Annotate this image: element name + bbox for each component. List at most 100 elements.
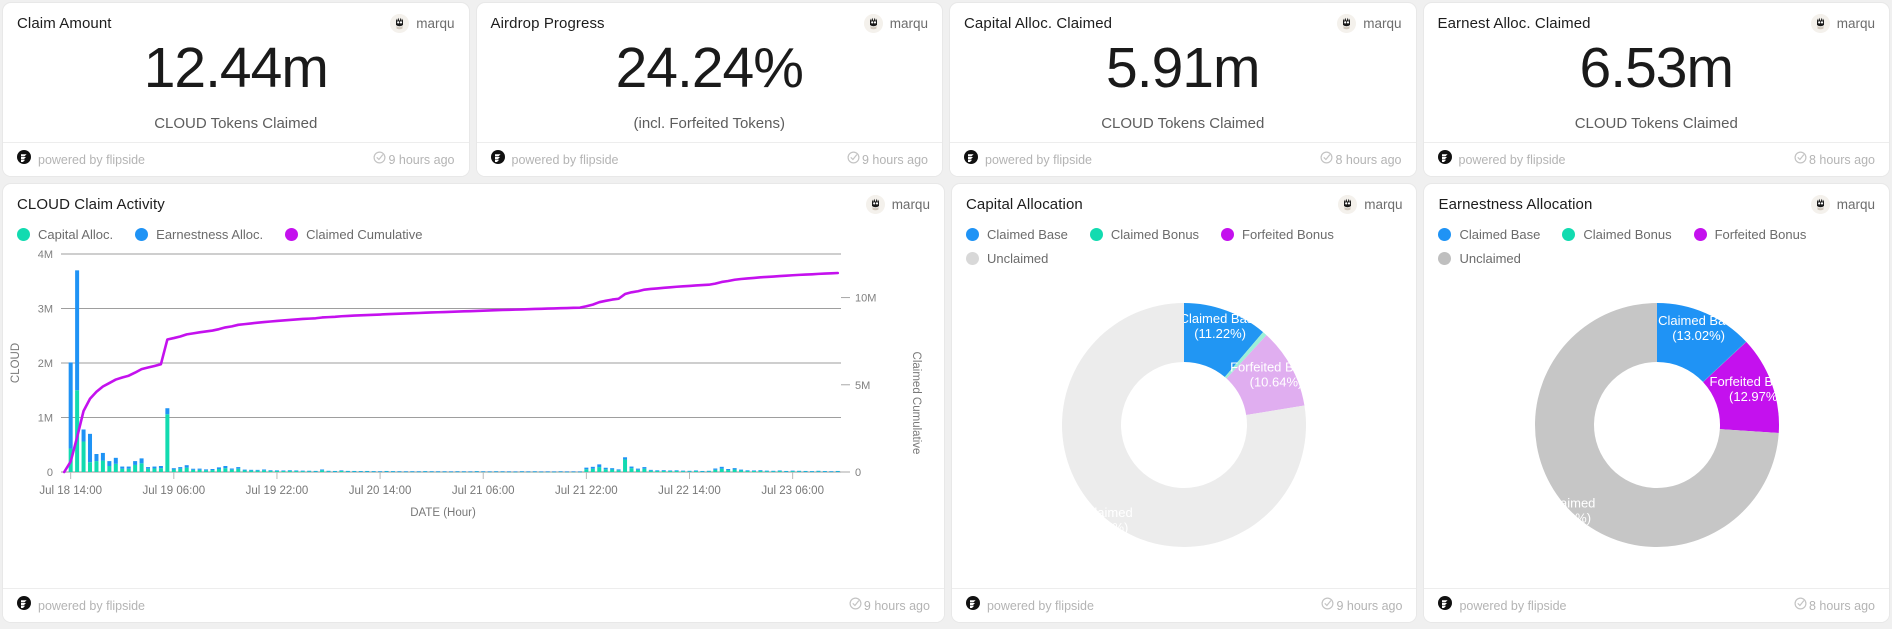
svg-text:(12.97%): (12.97%) (1729, 389, 1782, 404)
card-title: Capital Allocation (966, 196, 1083, 213)
owner-name: marqu (1837, 16, 1875, 31)
card-owner[interactable]: marqu (1811, 195, 1875, 214)
powered-by[interactable]: powered by flipside (491, 150, 619, 169)
legend-item-unclaimed[interactable]: Unclaimed (1438, 251, 1520, 266)
check-circle-icon (1320, 151, 1333, 169)
powered-by-label: powered by flipside (512, 153, 619, 167)
powered-by[interactable]: powered by flipside (17, 150, 145, 169)
avatar (1811, 14, 1830, 33)
flipside-logo-icon (1438, 150, 1452, 169)
owner-name: marqu (416, 16, 454, 31)
owner-name: marqu (1364, 197, 1402, 212)
legend-label: Unclaimed (1459, 251, 1520, 266)
legend-swatch (17, 228, 30, 241)
flipside-logo-icon (966, 596, 980, 615)
powered-by-label: powered by flipside (1459, 153, 1566, 167)
last-updated-label: 9 hours ago (388, 153, 454, 167)
svg-text:0: 0 (855, 467, 861, 479)
earnestness-donut[interactable]: Claimed Base(13.02%)Forfeited Bonus(12.9… (1424, 266, 1889, 588)
charts-row: CLOUD Claim Activity marqu Capital Alloc… (2, 183, 1890, 623)
legend-label: Forfeited Bonus (1715, 227, 1807, 242)
powered-by[interactable]: powered by flipside (17, 596, 145, 615)
kpi-row: Claim Amount marqu 12.44m CLOUD Tokens C… (2, 2, 1890, 177)
legend-item-capital-alloc[interactable]: Capital Alloc. (17, 227, 113, 242)
legend-swatch (1694, 228, 1707, 241)
svg-text:Claimed Cumulative: Claimed Cumulative (910, 352, 922, 455)
legend-item-claimed-bonus[interactable]: Claimed Bonus (1090, 227, 1199, 242)
powered-by[interactable]: powered by flipside (966, 596, 1094, 615)
card-header: Claim Amount marqu (3, 3, 469, 33)
legend-item-claimed-base[interactable]: Claimed Base (1438, 227, 1540, 242)
card-owner[interactable]: marqu (1337, 14, 1401, 33)
legend-label: Capital Alloc. (38, 227, 113, 242)
svg-text:Jul 20 14:00: Jul 20 14:00 (349, 485, 412, 497)
legend-label: Unclaimed (987, 251, 1048, 266)
card-footer: powered by flipside 9 hours ago (952, 588, 1417, 622)
svg-text:Unclaimed: Unclaimed (1071, 505, 1132, 520)
svg-text:Jul 19 06:00: Jul 19 06:00 (142, 485, 205, 497)
svg-text:Forfeited Bonus: Forfeited Bonus (1230, 359, 1322, 374)
legend-swatch (966, 252, 979, 265)
card-footer: powered by flipside 9 hours ago (477, 142, 943, 176)
last-updated-label: 8 hours ago (1335, 153, 1401, 167)
svg-text:2M: 2M (38, 358, 53, 370)
activity-plot[interactable]: 01M2M3M4M05M10MJul 18 14:00Jul 19 06:00J… (3, 242, 944, 588)
card-owner[interactable]: marqu (1811, 14, 1875, 33)
legend-item-earnestness-alloc[interactable]: Earnestness Alloc. (135, 227, 263, 242)
kpi-body: 6.53m CLOUD Tokens Claimed (1424, 33, 1890, 142)
legend-item-forfeited-bonus[interactable]: Forfeited Bonus (1221, 227, 1334, 242)
svg-text:3M: 3M (38, 304, 53, 316)
svg-text:Unclaimed: Unclaimed (1534, 495, 1595, 510)
legend-label: Claimed Bonus (1583, 227, 1671, 242)
chart-card-cloud-claim-activity: CLOUD Claim Activity marqu Capital Alloc… (2, 183, 945, 623)
card-footer: powered by flipside 8 hours ago (1424, 142, 1890, 176)
capital-donut[interactable]: Claimed Base(11.22%)Forfeited Bonus(10.6… (952, 266, 1417, 588)
avatar (1337, 14, 1356, 33)
svg-text:DATE (Hour): DATE (Hour) (410, 507, 476, 519)
kpi-subtitle: CLOUD Tokens Claimed (1575, 115, 1738, 132)
last-updated-label: 8 hours ago (1809, 599, 1875, 613)
check-circle-icon (849, 597, 862, 615)
legend-swatch (966, 228, 979, 241)
card-owner[interactable]: marqu (864, 14, 928, 33)
card-title: Claim Amount (17, 15, 112, 32)
svg-text:(77.55%): (77.55%) (1076, 520, 1129, 535)
kpi-card-claim-amount: Claim Amount marqu 12.44m CLOUD Tokens C… (2, 2, 470, 177)
flipside-logo-icon (17, 596, 31, 615)
legend-item-forfeited-bonus[interactable]: Forfeited Bonus (1694, 227, 1807, 242)
owner-name: marqu (1363, 16, 1401, 31)
legend-item-claimed-base[interactable]: Claimed Base (966, 227, 1068, 242)
last-updated: 9 hours ago (1321, 597, 1402, 615)
owner-name: marqu (890, 16, 928, 31)
powered-by[interactable]: powered by flipside (964, 150, 1092, 169)
card-footer: powered by flipside 9 hours ago (3, 142, 469, 176)
card-owner[interactable]: marqu (1338, 195, 1402, 214)
chart-legend: Claimed Base Claimed Bonus Forfeited Bon… (1424, 214, 1889, 266)
check-circle-icon (847, 151, 860, 169)
card-title: Capital Alloc. Claimed (964, 15, 1112, 32)
card-header: Earnest Alloc. Claimed marqu (1424, 3, 1890, 33)
avatar (864, 14, 883, 33)
check-circle-icon (1321, 597, 1334, 615)
powered-by-label: powered by flipside (985, 153, 1092, 167)
legend-label: Claimed Bonus (1111, 227, 1199, 242)
kpi-card-capital-alloc-claimed: Capital Alloc. Claimed marqu 5.91m CLOUD… (949, 2, 1417, 177)
svg-text:(10.64%): (10.64%) (1250, 374, 1303, 389)
card-header: CLOUD Claim Activity marqu (3, 184, 944, 214)
legend-item-claimed-bonus[interactable]: Claimed Bonus (1562, 227, 1671, 242)
check-circle-icon (1794, 151, 1807, 169)
card-owner[interactable]: marqu (390, 14, 454, 33)
powered-by[interactable]: powered by flipside (1438, 150, 1566, 169)
legend-item-unclaimed[interactable]: Unclaimed (966, 251, 1048, 266)
powered-by[interactable]: powered by flipside (1438, 596, 1566, 615)
chart-card-earnestness-allocation: Earnestness Allocation marqu Claimed Bas… (1423, 183, 1890, 623)
legend-label: Claimed Cumulative (306, 227, 422, 242)
powered-by-label: powered by flipside (38, 153, 145, 167)
legend-item-claimed-cumulative[interactable]: Claimed Cumulative (285, 227, 422, 242)
card-owner[interactable]: marqu (866, 195, 930, 214)
card-title: Earnest Alloc. Claimed (1438, 15, 1591, 32)
last-updated: 8 hours ago (1794, 151, 1875, 169)
chart-legend: Capital Alloc. Earnestness Alloc. Claime… (3, 214, 944, 242)
flipside-logo-icon (491, 150, 505, 169)
kpi-value: 12.44m (144, 40, 328, 97)
